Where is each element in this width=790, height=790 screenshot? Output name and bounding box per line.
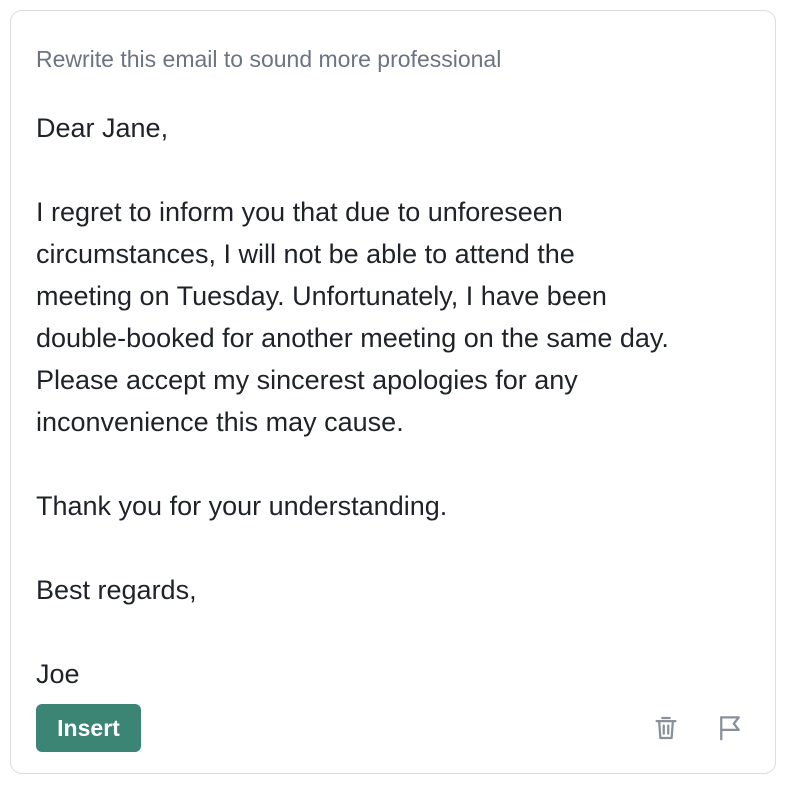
- email-greeting: Dear Jane,: [36, 113, 169, 143]
- email-thanks: Thank you for your understanding.: [36, 491, 448, 521]
- email-signature: Joe: [36, 659, 80, 689]
- trash-icon: [655, 716, 677, 740]
- ai-response-card: Rewrite this email to sound more profess…: [10, 10, 776, 774]
- email-body: Dear Jane, I regret to inform you that d…: [36, 107, 756, 695]
- email-closing: Best regards,: [36, 575, 197, 605]
- flag-button[interactable]: [713, 711, 747, 745]
- email-line: double-booked for another meeting on the…: [36, 323, 669, 353]
- email-line: circumstances, I will not be able to att…: [36, 239, 575, 269]
- email-line: Please accept my sincerest apologies for…: [36, 365, 578, 395]
- prompt-text: Rewrite this email to sound more profess…: [36, 46, 502, 72]
- insert-button[interactable]: Insert: [36, 704, 141, 752]
- delete-button[interactable]: [649, 711, 683, 745]
- flag-icon: [720, 716, 740, 741]
- email-line: I regret to inform you that due to unfor…: [36, 197, 563, 227]
- email-line: inconvenience this may cause.: [36, 407, 404, 437]
- email-line: meeting on Tuesday. Unfortunately, I hav…: [36, 281, 607, 311]
